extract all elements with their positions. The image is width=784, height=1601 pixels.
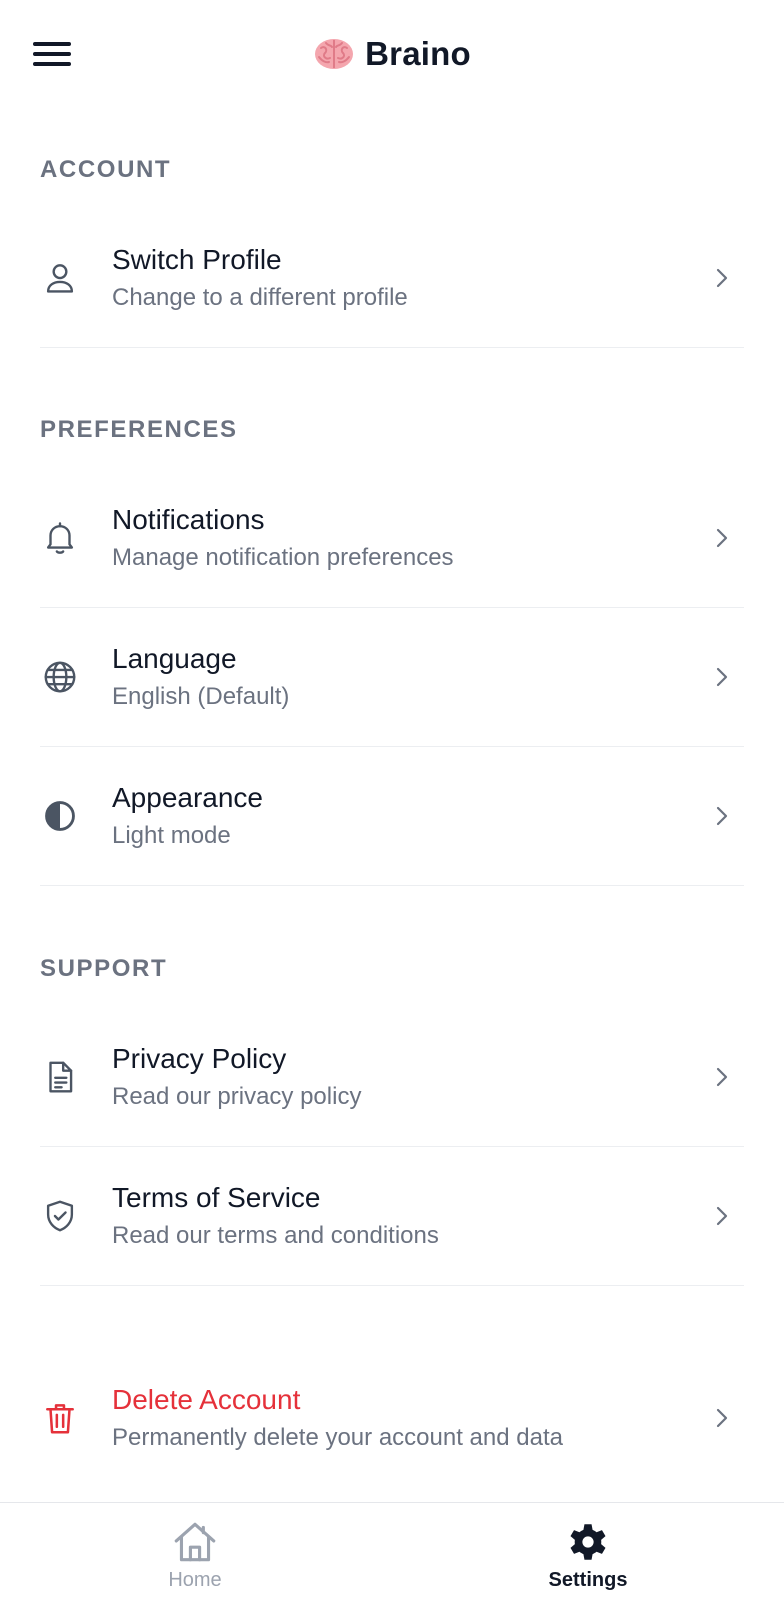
settings-item-terms-of-service[interactable]: Terms of Service Read our terms and cond…: [40, 1146, 744, 1286]
item-title: Terms of Service: [112, 1182, 321, 1213]
item-subtitle: Read our terms and conditions: [112, 1222, 439, 1249]
item-subtitle: English (Default): [112, 683, 290, 710]
home-icon: [174, 1522, 216, 1562]
nav-label-settings: Settings: [548, 1569, 628, 1591]
chevron-right-icon: [716, 1067, 728, 1087]
nav-label-home: Home: [168, 1569, 222, 1591]
item-subtitle: Read our privacy policy: [112, 1083, 362, 1110]
chevron-right-icon: [716, 1206, 728, 1226]
section-title-support: SUPPORT: [40, 955, 168, 982]
item-subtitle: Manage notification preferences: [112, 544, 454, 571]
half-circle-contrast-icon: [40, 796, 80, 836]
item-title: Switch Profile: [112, 244, 282, 275]
item-subtitle: Permanently delete your account and data: [112, 1424, 563, 1451]
item-subtitle: Light mode: [112, 822, 231, 849]
app-brand: Braino: [0, 30, 784, 78]
nav-tab-home[interactable]: Home: [125, 1503, 265, 1601]
chevron-right-icon: [716, 806, 728, 826]
item-title: Language: [112, 643, 237, 674]
chevron-right-icon: [716, 268, 728, 288]
settings-item-delete-account[interactable]: Delete Account Permanently delete your a…: [40, 1348, 744, 1488]
item-title: Appearance: [112, 782, 264, 813]
item-title: Privacy Policy: [112, 1043, 287, 1074]
brain-icon: [315, 39, 354, 69]
section-title-account: ACCOUNT: [40, 156, 172, 183]
settings-item-switch-profile[interactable]: Switch Profile Change to a different pro…: [40, 208, 744, 348]
shield-check-icon: [40, 1196, 80, 1236]
chevron-right-icon: [716, 528, 728, 548]
item-title: Delete Account: [112, 1384, 301, 1415]
gear-icon: [570, 1524, 606, 1560]
chevron-right-icon: [716, 1408, 728, 1428]
section-title-preferences: PREFERENCES: [40, 416, 238, 443]
app-title: Braino: [365, 35, 471, 72]
app-header: Braino: [0, 0, 784, 110]
trash-icon: [40, 1398, 80, 1438]
user-icon: [40, 258, 80, 298]
document-icon: [40, 1057, 80, 1097]
item-title: Notifications: [112, 504, 265, 535]
nav-tab-settings[interactable]: Settings: [518, 1503, 658, 1601]
settings-item-language[interactable]: Language English (Default): [40, 607, 744, 747]
settings-item-notifications[interactable]: Notifications Manage notification prefer…: [40, 468, 744, 608]
chevron-right-icon: [716, 667, 728, 687]
bottom-navigation: Home Settings: [0, 1502, 784, 1601]
settings-item-appearance[interactable]: Appearance Light mode: [40, 746, 744, 886]
settings-item-privacy-policy[interactable]: Privacy Policy Read our privacy policy: [40, 1007, 744, 1147]
globe-icon: [40, 657, 80, 697]
bell-icon: [40, 518, 80, 558]
item-subtitle: Change to a different profile: [112, 284, 408, 311]
